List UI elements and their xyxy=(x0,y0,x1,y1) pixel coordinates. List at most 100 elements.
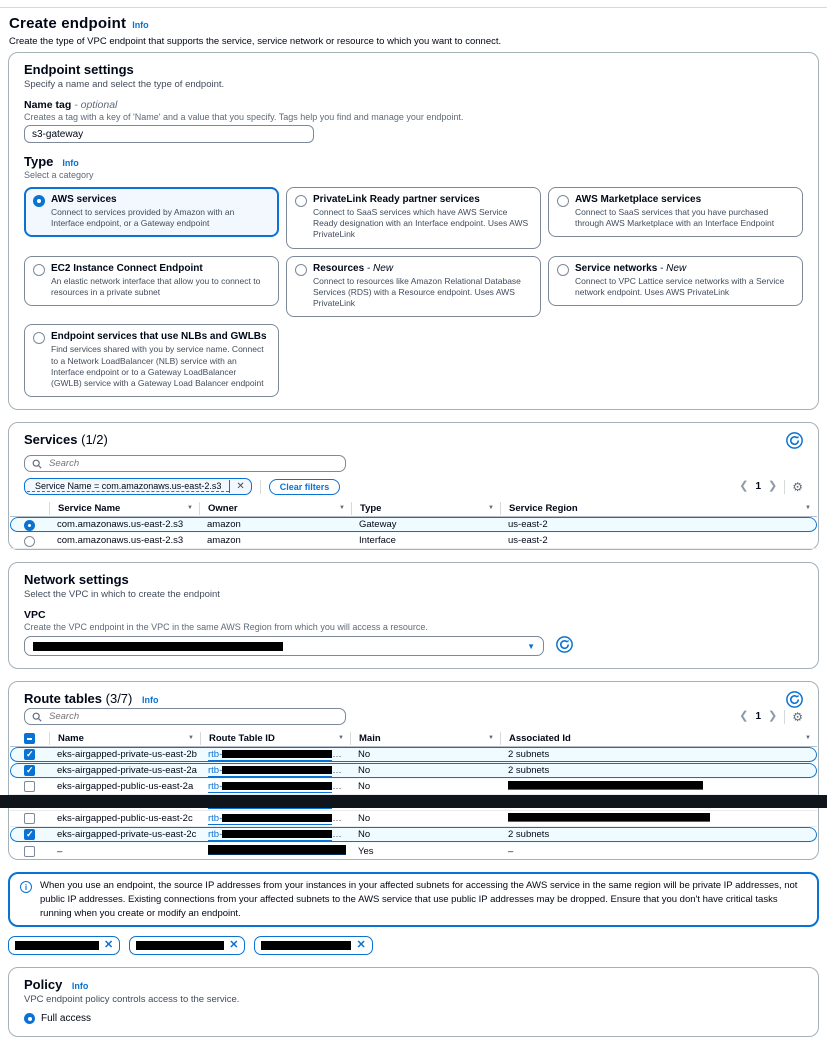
chevron-left-icon[interactable]: ❮ xyxy=(739,711,748,722)
column-header-type[interactable]: Type▼ xyxy=(351,502,500,515)
page-number[interactable]: 1 xyxy=(755,711,761,722)
chevron-right-icon[interactable]: ❯ xyxy=(768,711,777,722)
vpc-select[interactable]: ▼ xyxy=(24,636,544,656)
associated-id-cell[interactable]: 2 subnets xyxy=(500,765,817,776)
refresh-icon[interactable] xyxy=(786,691,803,708)
chevron-left-icon[interactable]: ❮ xyxy=(739,481,748,492)
gear-icon[interactable]: ⚙ xyxy=(792,481,803,493)
page-number[interactable]: 1 xyxy=(755,481,761,492)
associated-id-cell[interactable] xyxy=(500,781,817,792)
route-tables-search-box[interactable] xyxy=(24,708,346,725)
divider xyxy=(784,480,785,494)
table-row[interactable]: com.amazonaws.us-east-2.s3 amazon Gatewa… xyxy=(10,517,817,533)
services-search-box[interactable] xyxy=(24,455,346,472)
table-row[interactable]: eks-airgapped-private-us-east-2b rtb-… N… xyxy=(10,747,817,763)
column-header-service-region[interactable]: Service Region▼ xyxy=(500,502,817,515)
table-row[interactable]: com.amazonaws.us-east-2.s3 amazon Interf… xyxy=(10,533,817,549)
sort-icon[interactable]: ▼ xyxy=(187,505,193,511)
type-info-link[interactable]: Info xyxy=(62,158,79,168)
gear-icon[interactable]: ⚙ xyxy=(792,711,803,723)
route-table-id-cell[interactable]: rtb-… xyxy=(200,829,350,841)
close-icon[interactable]: ✕ xyxy=(104,940,113,951)
page-info-link[interactable]: Info xyxy=(132,20,149,30)
column-header-owner[interactable]: Owner▼ xyxy=(199,502,351,515)
associated-id-cell[interactable]: 2 subnets xyxy=(500,829,817,840)
sort-icon[interactable]: ▼ xyxy=(188,735,194,741)
name-tag-input[interactable] xyxy=(24,125,314,143)
type-card-aws-services[interactable]: AWS services Connect to services provide… xyxy=(24,187,279,237)
route-tables-title: Route tables (3/7) Info xyxy=(24,691,159,706)
sort-icon[interactable]: ▼ xyxy=(339,505,345,511)
radio-icon[interactable] xyxy=(295,264,307,276)
type-card-title: EC2 Instance Connect Endpoint xyxy=(51,263,268,274)
services-search-input[interactable] xyxy=(47,457,338,470)
table-row[interactable]: eks-airgapped-public-us-east-2c rtb-… No xyxy=(10,811,817,827)
checkbox-icon[interactable] xyxy=(24,846,35,857)
refresh-icon[interactable] xyxy=(556,636,573,653)
radio-icon[interactable] xyxy=(557,264,569,276)
checkbox-icon[interactable] xyxy=(24,781,35,792)
radio-checked-icon[interactable] xyxy=(24,1013,35,1024)
type-card-resources[interactable]: Resources - New Connect to resources lik… xyxy=(286,256,541,318)
table-row[interactable]: – Yes – xyxy=(10,843,817,859)
type-card-privatelink-partner[interactable]: PrivateLink Ready partner services Conne… xyxy=(286,187,541,249)
close-icon[interactable]: ✕ xyxy=(229,480,250,493)
type-card-nlb-gwlb[interactable]: Endpoint services that use NLBs and GWLB… xyxy=(24,324,279,397)
column-header-main[interactable]: Main▼ xyxy=(350,732,500,745)
close-icon[interactable]: ✕ xyxy=(229,940,238,951)
subnets-link[interactable]: 2 subnets xyxy=(508,765,549,776)
checkbox-checked-icon[interactable] xyxy=(24,765,35,776)
sort-icon[interactable]: ▼ xyxy=(805,505,811,511)
chevron-right-icon[interactable]: ❯ xyxy=(768,481,777,492)
table-row[interactable]: eks-airgapped-private-us-east-2a rtb-… N… xyxy=(10,763,817,779)
selection-cell xyxy=(10,749,49,760)
subnets-link[interactable]: 2 subnets xyxy=(508,829,549,840)
radio-icon[interactable] xyxy=(33,264,45,276)
sort-icon[interactable]: ▼ xyxy=(488,735,494,741)
column-header-name[interactable]: Name▼ xyxy=(49,732,200,745)
column-header-associated-id[interactable]: Associated Id▼ xyxy=(500,732,817,745)
radio-checked-icon[interactable] xyxy=(24,520,35,531)
type-card-marketplace[interactable]: AWS Marketplace services Connect to SaaS… xyxy=(548,187,803,237)
radio-icon[interactable] xyxy=(295,195,307,207)
column-header-route-table-id[interactable]: Route Table ID▼ xyxy=(200,732,350,745)
sort-icon[interactable]: ▼ xyxy=(488,505,494,511)
route-table-id-cell[interactable]: rtb-… xyxy=(200,813,350,825)
checkbox-checked-icon[interactable] xyxy=(24,749,35,760)
checkbox-icon[interactable] xyxy=(24,813,35,824)
full-access-option[interactable]: Full access xyxy=(24,1012,803,1024)
radio-icon[interactable] xyxy=(33,332,45,344)
main-cell: No xyxy=(350,781,500,792)
sort-icon[interactable]: ▼ xyxy=(805,735,811,741)
associated-id-cell[interactable] xyxy=(500,813,817,824)
select-all-checkbox[interactable] xyxy=(24,733,35,744)
table-row[interactable]: eks-airgapped-public-us-east-2a rtb-… No xyxy=(10,779,817,795)
type-card-description: Connect to SaaS services that you have p… xyxy=(575,207,792,229)
radio-checked-icon[interactable] xyxy=(33,195,45,207)
sort-icon[interactable]: ▼ xyxy=(338,735,344,741)
associated-id-cell[interactable]: 2 subnets xyxy=(500,749,817,760)
close-icon[interactable]: ✕ xyxy=(356,940,365,951)
radio-icon[interactable] xyxy=(557,195,569,207)
radio-icon[interactable] xyxy=(24,536,35,547)
checkbox-checked-icon[interactable] xyxy=(24,829,35,840)
refresh-icon[interactable] xyxy=(786,432,803,449)
policy-info-link[interactable]: Info xyxy=(72,981,89,991)
rtb-link-prefix: rtb- xyxy=(208,781,222,792)
type-card-service-networks[interactable]: Service networks - New Connect to VPC La… xyxy=(548,256,803,306)
route-table-id-cell[interactable] xyxy=(200,845,350,857)
clear-filters-button[interactable]: Clear filters xyxy=(269,479,341,495)
route-table-id-cell[interactable]: rtb-… xyxy=(200,781,350,793)
route-tables-search-input[interactable] xyxy=(47,710,338,723)
route-table-id-cell[interactable]: rtb-… xyxy=(200,765,350,777)
route-tables-info-link[interactable]: Info xyxy=(142,695,159,705)
table-row[interactable]: eks-airgapped-private-us-east-2c rtb-… N… xyxy=(10,827,817,843)
type-card-ec2-instance-connect[interactable]: EC2 Instance Connect Endpoint An elastic… xyxy=(24,256,279,306)
column-header-service-name[interactable]: Service Name▼ xyxy=(49,502,199,515)
endpoint-settings-description: Specify a name and select the type of en… xyxy=(24,79,803,90)
vpc-description: Create the VPC endpoint in the VPC in th… xyxy=(24,622,803,632)
policy-description: VPC endpoint policy controls access to t… xyxy=(24,994,803,1005)
route-table-id-cell[interactable]: rtb-… xyxy=(200,749,350,761)
subnets-link[interactable]: 2 subnets xyxy=(508,749,549,760)
truncation-ellipsis: … xyxy=(332,749,342,760)
